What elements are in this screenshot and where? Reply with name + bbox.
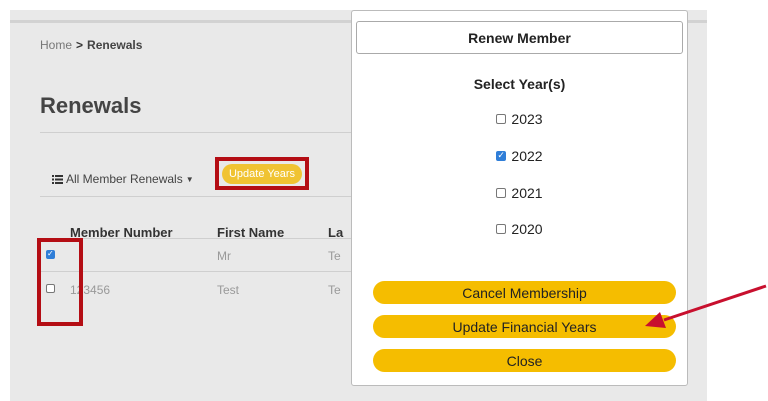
red-arrow-annotation xyxy=(645,284,767,328)
